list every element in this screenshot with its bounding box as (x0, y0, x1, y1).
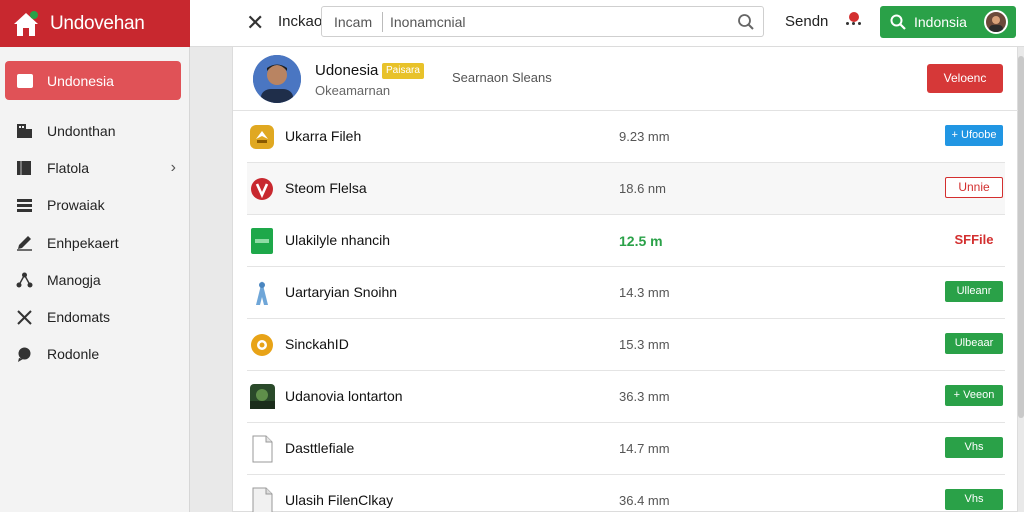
avatar[interactable] (253, 55, 301, 103)
close-icon[interactable]: ✕ (246, 11, 266, 35)
pencil-icon (16, 235, 33, 251)
sidebar-item-3[interactable]: Prowaiak (16, 195, 176, 215)
search-input[interactable] (390, 11, 720, 33)
file-size: 14.3 mm (619, 285, 670, 300)
app-title: Undovehan (50, 12, 145, 34)
table-row[interactable]: Ulakilyle nhancih 12.5 m SFFile (247, 215, 1005, 267)
book-icon (16, 160, 33, 176)
file-name[interactable]: Uartaryian Snoihn (285, 284, 397, 300)
file-name[interactable]: Dasttlefiale (285, 440, 354, 456)
sidebar-item-4[interactable]: Enhpekaert (16, 233, 176, 253)
chevron-right-icon[interactable]: › (171, 159, 176, 177)
row-action-button[interactable]: Vhs (945, 489, 1003, 510)
table-row[interactable]: Udanovia lontarton 36.3 mm + Veeon (247, 371, 1005, 423)
sidebar-item-label: Flatola (47, 160, 90, 176)
row-action-button[interactable]: + Veeon (945, 385, 1003, 406)
row-action-button[interactable]: SFFile (945, 229, 1003, 250)
document-icon (249, 435, 275, 463)
row-action-button[interactable]: + Ufoobe (945, 125, 1003, 146)
sidebar-item-label: Manogja (47, 272, 101, 288)
photo-icon (249, 383, 275, 411)
notifications-icon[interactable] (844, 12, 862, 32)
toolbar-right-label[interactable]: Sendn (785, 13, 828, 30)
sidebar-item-label: Prowaiak (47, 197, 105, 213)
table-row[interactable]: Uartaryian Snoihn 14.3 mm Ulleanr (247, 267, 1005, 319)
file-size: 18.6 nm (619, 181, 666, 196)
account-button[interactable]: Indonsia (880, 6, 1016, 38)
search-box[interactable]: Incam (321, 6, 764, 37)
status-badge: Paisara (382, 63, 424, 79)
profile-name: Udonesia (315, 62, 379, 79)
profile-subtitle: Okeamarnan (315, 83, 391, 98)
sidebar-item-label: Enhpekaert (47, 235, 119, 251)
sidebar-item-label: Undonthan (47, 123, 116, 139)
file-size: 36.3 mm (619, 389, 670, 404)
avatar (984, 10, 1008, 34)
file-name[interactable]: Ulakilyle nhancih (285, 232, 390, 248)
sidebar-item-6[interactable]: Endomats (16, 307, 176, 327)
sidebar-item-label: Rodonle (47, 346, 100, 362)
file-name[interactable]: Ulasih FilenClkay (285, 492, 393, 508)
file-name[interactable]: Steom Flelsa (285, 180, 367, 196)
notification-badge (849, 12, 859, 22)
file-panel: Udonesia Paisara Okeamarnan Searnaon Sle… (232, 47, 1019, 512)
home-icon (12, 10, 40, 38)
search-divider (382, 12, 383, 32)
building-icon (16, 123, 33, 139)
sidebar: Undonesia Undonthan Flatola › Prowaiak E… (0, 47, 190, 512)
table-row[interactable]: Dasttlefiale 14.7 mm Vhs (247, 423, 1005, 475)
sidebar-item-label: Undonesia (47, 72, 114, 89)
file-size: 36.4 mm (619, 493, 670, 508)
account-label: Indonsia (914, 14, 967, 30)
profile-info: Searnaon Sleans (452, 70, 552, 85)
red-v-icon (249, 175, 275, 203)
chat-icon (16, 346, 33, 362)
sidebar-item-label: Endomats (47, 309, 111, 325)
file-name[interactable]: SinckahID (285, 336, 349, 352)
green-sheet-icon (249, 227, 275, 255)
top-bar: ✕ Inckao Incam Sendn Indonsia (190, 0, 1024, 47)
file-size: 14.7 mm (619, 441, 670, 456)
folder-icon (17, 73, 33, 88)
toolbar-label: Inckao (278, 13, 323, 30)
scrollbar[interactable] (1018, 56, 1024, 418)
sidebar-item-7[interactable]: Rodonle (16, 344, 176, 364)
profile-action-button[interactable]: Veloenc (927, 64, 1003, 93)
file-size: 15.3 mm (619, 337, 670, 352)
sidebar-item-2[interactable]: Flatola › (16, 158, 176, 178)
table-row[interactable]: Steom Flelsa 18.6 nm Unnie (247, 163, 1005, 215)
blue-figure-icon (249, 279, 275, 307)
search-icon[interactable] (737, 13, 755, 31)
file-size: 12.5 m (619, 233, 663, 249)
row-action-button[interactable]: Ulleanr (945, 281, 1003, 302)
sidebar-item-active[interactable]: Undonesia (5, 61, 181, 100)
row-action-button[interactable]: Ulbeaar (945, 333, 1003, 354)
search-scope[interactable]: Incam (334, 14, 372, 30)
search-icon (890, 14, 906, 30)
row-action-button[interactable]: Unnie (945, 177, 1003, 198)
table-row[interactable]: Ulasih FilenClkay 36.4 mm Vhs (247, 475, 1005, 512)
gold-badge-icon (249, 123, 275, 151)
table-row[interactable]: SinckahID 15.3 mm Ulbeaar (247, 319, 1005, 371)
table-row[interactable]: Ukarra Fileh 9.23 mm + Ufoobe (247, 111, 1005, 163)
gold-gear-icon (249, 331, 275, 359)
file-name[interactable]: Ukarra Fileh (285, 128, 361, 144)
row-action-button[interactable]: Vhs (945, 437, 1003, 458)
tools-icon (16, 309, 33, 325)
document-icon (249, 487, 275, 512)
sidebar-item-5[interactable]: Manogja (16, 270, 176, 290)
file-name[interactable]: Udanovia lontarton (285, 388, 403, 404)
brand-header[interactable]: Undovehan (0, 0, 190, 47)
list-icon (16, 197, 33, 213)
profile-header: Udonesia Paisara Okeamarnan Searnaon Sle… (233, 47, 1019, 111)
sidebar-item-1[interactable]: Undonthan (16, 121, 176, 141)
file-size: 9.23 mm (619, 129, 670, 144)
network-icon (16, 272, 33, 288)
